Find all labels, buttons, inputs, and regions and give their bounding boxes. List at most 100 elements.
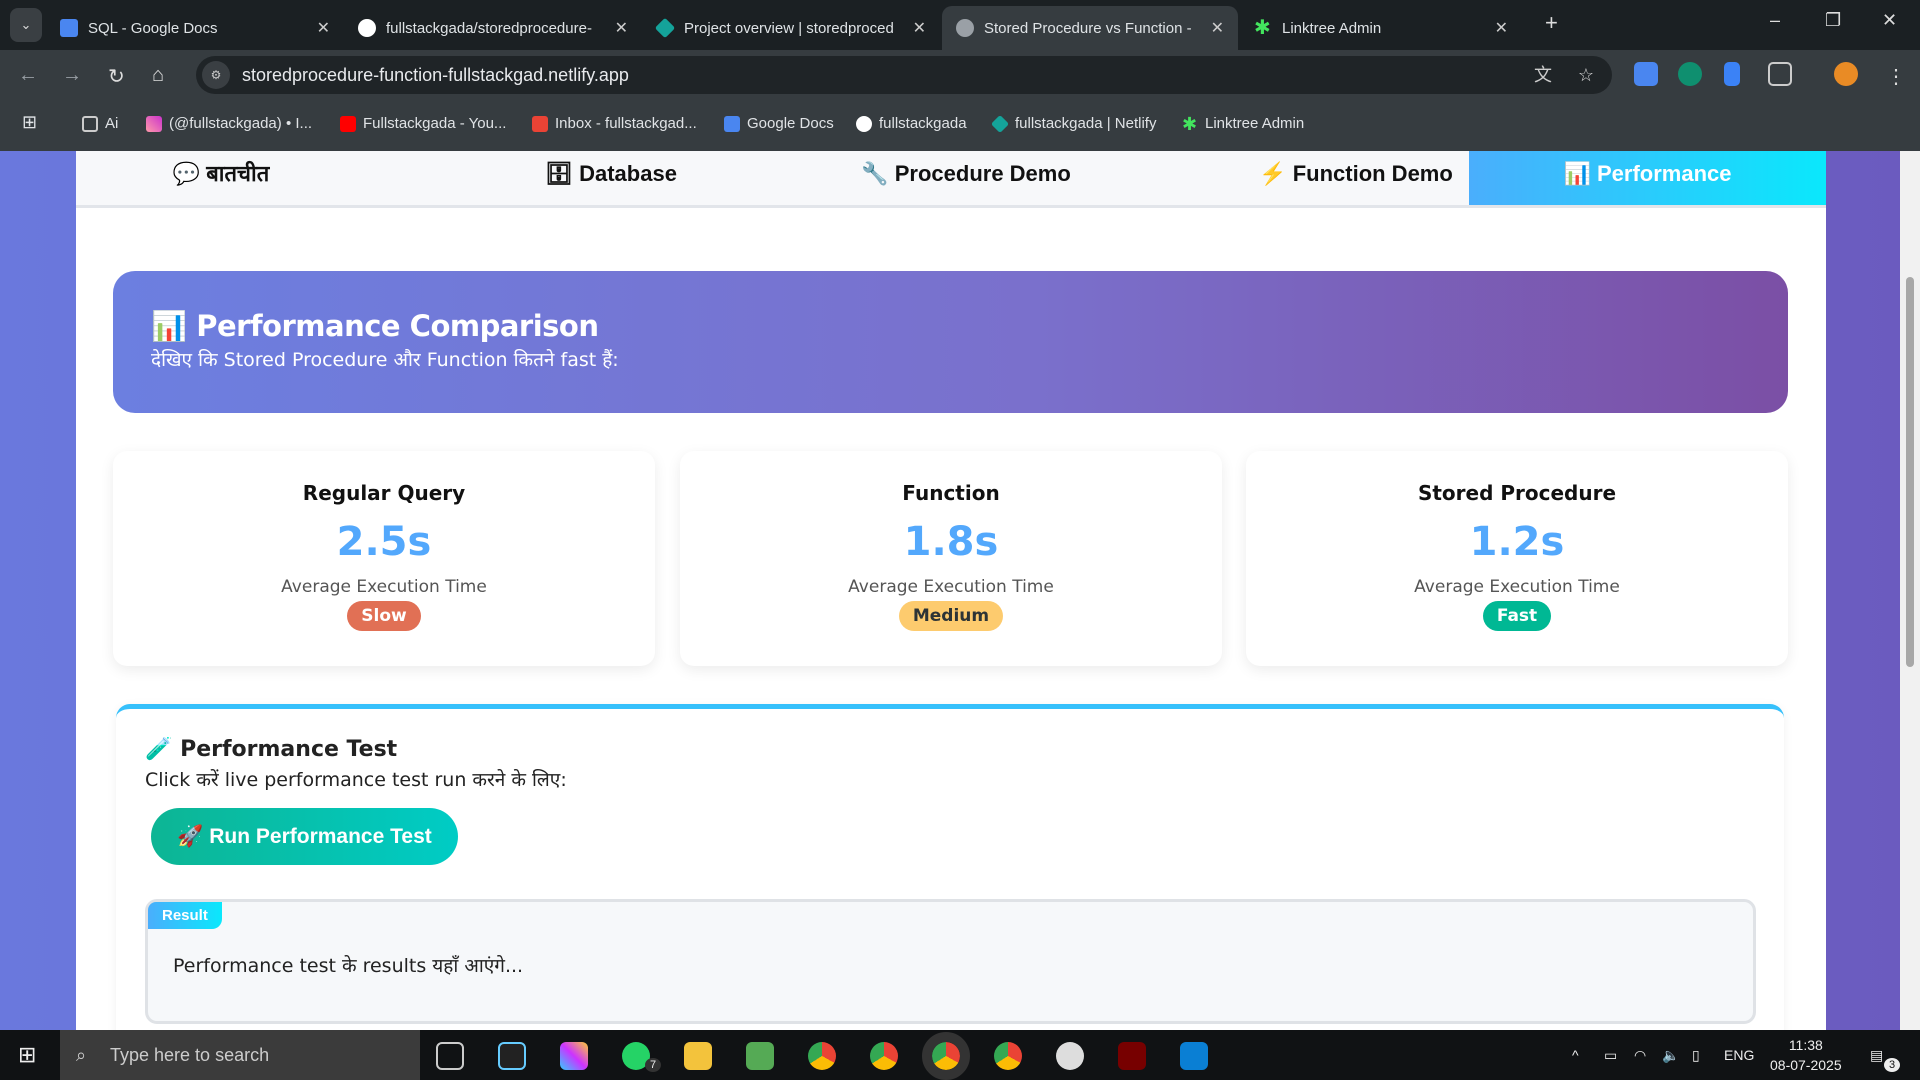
notifications-icon[interactable]: ▤ bbox=[1870, 1030, 1883, 1080]
close-window-button[interactable]: ✕ bbox=[1882, 10, 1897, 31]
notification-badge: 3 bbox=[1884, 1058, 1901, 1072]
browser-tab-active[interactable]: Stored Procedure vs Function - ✕ bbox=[942, 6, 1238, 50]
back-icon[interactable]: ← bbox=[18, 64, 38, 87]
result-box: Result Performance test के results यहाँ … bbox=[145, 899, 1756, 1024]
tab-database[interactable]: 🗄 Database bbox=[446, 151, 776, 205]
grammarly-icon[interactable] bbox=[1678, 62, 1702, 86]
new-tab-button[interactable]: + bbox=[1545, 10, 1558, 36]
chrome-active-icon[interactable] bbox=[922, 1032, 970, 1080]
bookmark[interactable]: Ai bbox=[82, 115, 118, 132]
google-translate-extension-icon[interactable] bbox=[1634, 62, 1658, 86]
linktree-icon: ✱ bbox=[1182, 113, 1198, 134]
chrome-icon[interactable] bbox=[808, 1042, 836, 1070]
copilot-icon[interactable] bbox=[560, 1042, 588, 1070]
linktree-icon: ✱ bbox=[1254, 17, 1271, 39]
bookmark[interactable]: Google Docs bbox=[724, 115, 834, 132]
netlify-icon bbox=[990, 114, 1010, 133]
metric-card-stored-procedure: Stored Procedure 1.2s Average Execution … bbox=[1246, 451, 1788, 666]
site-settings-icon[interactable]: ⚙ bbox=[202, 61, 230, 89]
section-title: 🧪 Performance Test bbox=[145, 737, 398, 762]
app-container: 💬 बातचीत 🗄 Database 🔧 Procedure Demo ⚡ F… bbox=[76, 151, 1826, 1030]
file-explorer-icon[interactable] bbox=[684, 1042, 712, 1070]
youtube-icon bbox=[340, 115, 356, 132]
windows-taskbar: ⊞ ⌕ Type here to search 7 ^ ▭ ◠ 🔈 ▯ ENG 1… bbox=[0, 1030, 1920, 1080]
close-icon[interactable]: ✕ bbox=[1211, 18, 1224, 38]
browser-tab[interactable]: SQL - Google Docs ✕ bbox=[46, 6, 344, 50]
chat-icon: 💬 bbox=[172, 161, 201, 186]
apps-icon[interactable]: ⊞ bbox=[22, 112, 37, 133]
close-icon[interactable]: ✕ bbox=[615, 18, 628, 38]
battery-icon[interactable]: ▯ bbox=[1692, 1030, 1700, 1080]
status-badge: Medium bbox=[898, 601, 1004, 631]
close-icon[interactable]: ✕ bbox=[317, 18, 330, 38]
scrollbar[interactable] bbox=[1900, 151, 1920, 1030]
language-indicator[interactable]: ENG bbox=[1724, 1030, 1754, 1080]
bookmark[interactable]: Inbox - fullstackgad... bbox=[532, 115, 697, 132]
volume-icon[interactable]: 🔈 bbox=[1662, 1030, 1679, 1080]
chrome-profile-icon[interactable] bbox=[994, 1042, 1022, 1070]
page-title: 📊 Performance Comparison bbox=[151, 309, 599, 343]
menu-icon[interactable]: ⋮ bbox=[1886, 64, 1906, 89]
clock[interactable]: 11:38 08-07-2025 bbox=[1770, 1035, 1842, 1075]
execution-time: 1.8s bbox=[903, 519, 999, 565]
nav-tabs: 💬 बातचीत 🗄 Database 🔧 Procedure Demo ⚡ F… bbox=[76, 151, 1826, 208]
scrollbar-thumb[interactable] bbox=[1906, 277, 1914, 667]
forward-icon[interactable]: → bbox=[62, 64, 82, 87]
result-label: Result bbox=[148, 902, 222, 929]
execution-time: 1.2s bbox=[1469, 519, 1565, 565]
tab-performance[interactable]: 📊 Performance bbox=[1469, 151, 1826, 205]
section-description: Click करें live performance test run करन… bbox=[145, 769, 567, 791]
bookmarks-bar: ⊞ Ai (@fullstackgada) • I... Fullstackga… bbox=[0, 100, 1920, 151]
hero-banner: 📊 Performance Comparison देखिए कि Stored… bbox=[113, 271, 1788, 413]
bookmark[interactable]: (@fullstackgada) • I... bbox=[146, 115, 312, 132]
tab-procedure-demo[interactable]: 🔧 Procedure Demo bbox=[766, 151, 1166, 205]
bookmark[interactable]: Fullstackgada - You... bbox=[340, 115, 506, 132]
page-subtitle: देखिए कि Stored Procedure और Function कि… bbox=[151, 349, 619, 371]
close-icon[interactable]: ✕ bbox=[1495, 18, 1508, 38]
vscode-icon[interactable] bbox=[1180, 1042, 1208, 1070]
tab-chat[interactable]: 💬 बातचीत bbox=[76, 151, 366, 205]
app-icon[interactable] bbox=[498, 1042, 526, 1070]
minimize-button[interactable]: – bbox=[1770, 10, 1780, 31]
meet-icon[interactable]: ▭ bbox=[1604, 1030, 1617, 1080]
taskbar-search[interactable]: ⌕ Type here to search bbox=[60, 1030, 420, 1080]
run-performance-test-button[interactable]: 🚀 Run Performance Test bbox=[151, 808, 458, 865]
browser-tab[interactable]: fullstackgada/storedprocedure- ✕ bbox=[344, 6, 642, 50]
close-icon[interactable]: ✕ bbox=[913, 18, 926, 38]
execution-time: 2.5s bbox=[336, 519, 432, 565]
home-icon[interactable]: ⌂ bbox=[152, 64, 164, 87]
bookmark[interactable]: fullstackgada | Netlify bbox=[990, 114, 1156, 133]
github-icon bbox=[856, 115, 872, 132]
profile-avatar[interactable] bbox=[1834, 62, 1858, 86]
star-icon[interactable]: ☆ bbox=[1578, 56, 1594, 94]
translate-icon[interactable]: 文 bbox=[1534, 56, 1552, 94]
windows-start-icon[interactable]: ⊞ bbox=[18, 1042, 36, 1068]
bookmark[interactable]: ✱ Linktree Admin bbox=[1182, 113, 1304, 134]
ffdec-icon[interactable] bbox=[1056, 1042, 1084, 1070]
globe-icon bbox=[956, 19, 974, 37]
result-text: Performance test के results यहाँ आएंगे..… bbox=[173, 955, 524, 977]
folder-icon bbox=[82, 115, 98, 132]
address-bar[interactable]: ⚙ storedprocedure-function-fullstackgad.n… bbox=[196, 56, 1612, 94]
reload-icon[interactable]: ↻ bbox=[108, 64, 125, 89]
google-docs-icon bbox=[60, 19, 78, 37]
rocket-icon: 🚀 bbox=[177, 824, 204, 848]
task-view-icon[interactable] bbox=[436, 1042, 464, 1070]
flash-icon[interactable] bbox=[1118, 1042, 1146, 1070]
browser-tab[interactable]: Project overview | storedproced ✕ bbox=[642, 6, 940, 50]
app-icon[interactable] bbox=[746, 1042, 774, 1070]
wifi-icon[interactable]: ◠ bbox=[1634, 1030, 1646, 1080]
browser-tab[interactable]: ✱ Linktree Admin ✕ bbox=[1240, 6, 1522, 50]
tab-search-button[interactable]: ⌄ bbox=[10, 8, 42, 42]
tray-chevron-icon[interactable]: ^ bbox=[1572, 1030, 1579, 1080]
web-page: 💬 बातचीत 🗄 Database 🔧 Procedure Demo ⚡ F… bbox=[0, 151, 1900, 1030]
extensions-puzzle-icon[interactable] bbox=[1768, 62, 1792, 86]
chrome-profile-icon[interactable] bbox=[870, 1042, 898, 1070]
bar-chart-icon: 📊 bbox=[151, 309, 187, 343]
extension-icon[interactable] bbox=[1724, 62, 1740, 86]
wrench-icon: 🔧 bbox=[861, 161, 889, 186]
restore-button[interactable]: ❐ bbox=[1825, 10, 1841, 31]
database-icon: 🗄 bbox=[545, 161, 573, 186]
bookmark[interactable]: fullstackgada bbox=[856, 115, 967, 132]
netlify-icon bbox=[654, 17, 676, 39]
